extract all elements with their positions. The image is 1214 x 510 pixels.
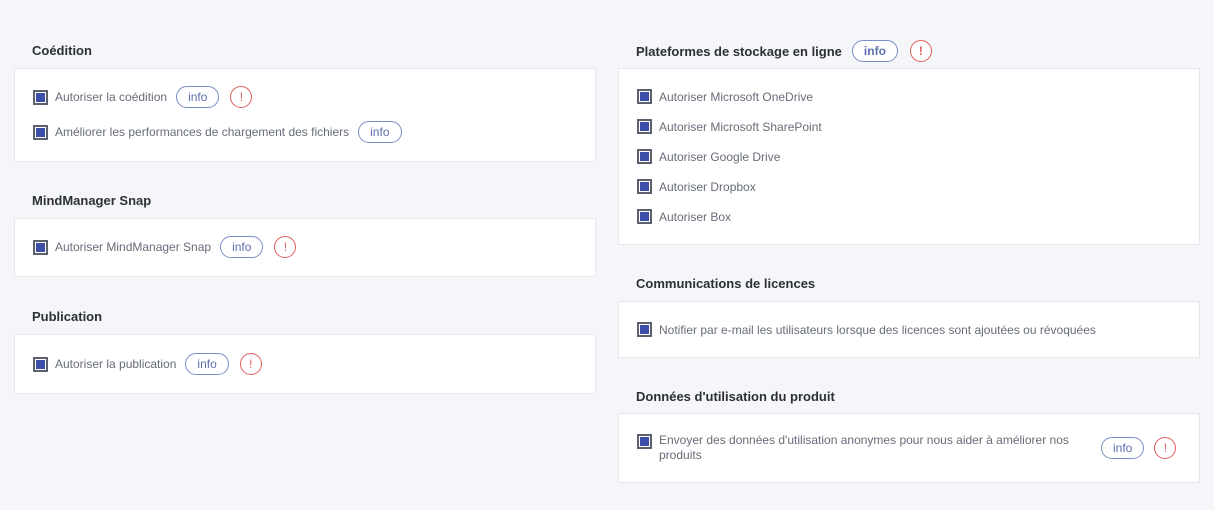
licence-notify-option-row: Notifier par e-mail les utilisateurs lor… [637,322,1096,337]
licence-notify-checkbox[interactable] [637,322,652,337]
snap-card: Autoriser MindManager Snap info ! [14,218,596,277]
onedrive-option-row: Autoriser Microsoft OneDrive [637,89,813,104]
publication-card: Autoriser la publication info ! [14,334,596,394]
sharepoint-checkbox[interactable] [637,119,652,134]
usage-option-row: Envoyer des données d'utilisation anonym… [637,433,1187,463]
box-label: Autoriser Box [659,209,732,224]
storage-info-button[interactable]: info [851,40,898,62]
google-drive-label: Autoriser Google Drive [659,149,781,164]
publication-option-row: Autoriser la publication info ! [33,353,262,375]
publication-info-button[interactable]: info [185,353,229,375]
sharepoint-label: Autoriser Microsoft SharePoint [659,119,822,134]
coedition-warning-icon[interactable]: ! [230,86,253,108]
sharepoint-option-row: Autoriser Microsoft SharePoint [637,119,822,134]
licences-card: Notifier par e-mail les utilisateurs lor… [618,301,1200,358]
coedition-checkbox[interactable] [33,89,48,105]
onedrive-checkbox[interactable] [637,89,652,104]
dropbox-label: Autoriser Dropbox [659,179,756,194]
snap-title: MindManager Snap [32,192,152,208]
load-performance-label: Améliorer les performances de chargement… [55,125,350,139]
snap-checkbox[interactable] [33,239,48,255]
usage-info-button[interactable]: info [1101,437,1145,459]
usage-warning-icon[interactable]: ! [1154,437,1177,459]
licence-notify-label: Notifier par e-mail les utilisateurs lor… [659,322,1096,337]
load-performance-info-button[interactable]: info [358,121,402,143]
coedition-label: Autoriser la coédition [55,90,168,104]
snap-option-row: Autoriser MindManager Snap info ! [33,236,297,258]
section-title-snap: MindManager Snap [32,188,151,212]
section-title-storage: Plateformes de stockage en ligne info ! [636,39,932,63]
usage-card: Envoyer des données d'utilisation anonym… [618,413,1200,483]
load-performance-checkbox[interactable] [33,124,48,140]
section-title-publication: Publication [32,304,102,328]
licences-title: Communications de licences [636,275,816,291]
coedition-card: Autoriser la coédition info ! Améliorer … [14,68,596,162]
box-checkbox[interactable] [637,209,652,224]
coedition-title: Coédition [32,42,92,58]
section-title-usage: Données d'utilisation du produit [636,384,835,408]
snap-info-button[interactable]: info [220,236,264,258]
box-option-row: Autoriser Box [637,209,731,224]
settings-page: Coédition Autoriser la coédition info ! … [0,0,1214,510]
publication-warning-icon[interactable]: ! [239,353,262,375]
storage-warning-icon[interactable]: ! [909,40,932,62]
dropbox-option-row: Autoriser Dropbox [637,179,756,194]
storage-title: Plateformes de stockage en ligne [636,43,842,59]
onedrive-label: Autoriser Microsoft OneDrive [659,89,814,104]
usage-title: Données d'utilisation du produit [636,388,835,404]
publication-title: Publication [32,308,103,324]
snap-label: Autoriser MindManager Snap [55,240,212,254]
snap-warning-icon[interactable]: ! [274,236,297,258]
section-title-coedition: Coédition [32,38,92,62]
dropbox-checkbox[interactable] [637,179,652,194]
usage-checkbox[interactable] [637,434,652,449]
load-performance-option-row: Améliorer les performances de chargement… [33,121,402,143]
publication-label: Autoriser la publication [55,357,177,371]
coedition-info-button[interactable]: info [176,86,220,108]
storage-card: Autoriser Microsoft OneDrive Autoriser M… [618,68,1200,245]
coedition-option-row: Autoriser la coédition info ! [33,86,253,108]
google-drive-option-row: Autoriser Google Drive [637,149,780,164]
usage-label: Envoyer des données d'utilisation anonym… [659,433,1069,462]
google-drive-checkbox[interactable] [637,149,652,164]
section-title-licences: Communications de licences [636,271,815,295]
publication-checkbox[interactable] [33,356,48,372]
